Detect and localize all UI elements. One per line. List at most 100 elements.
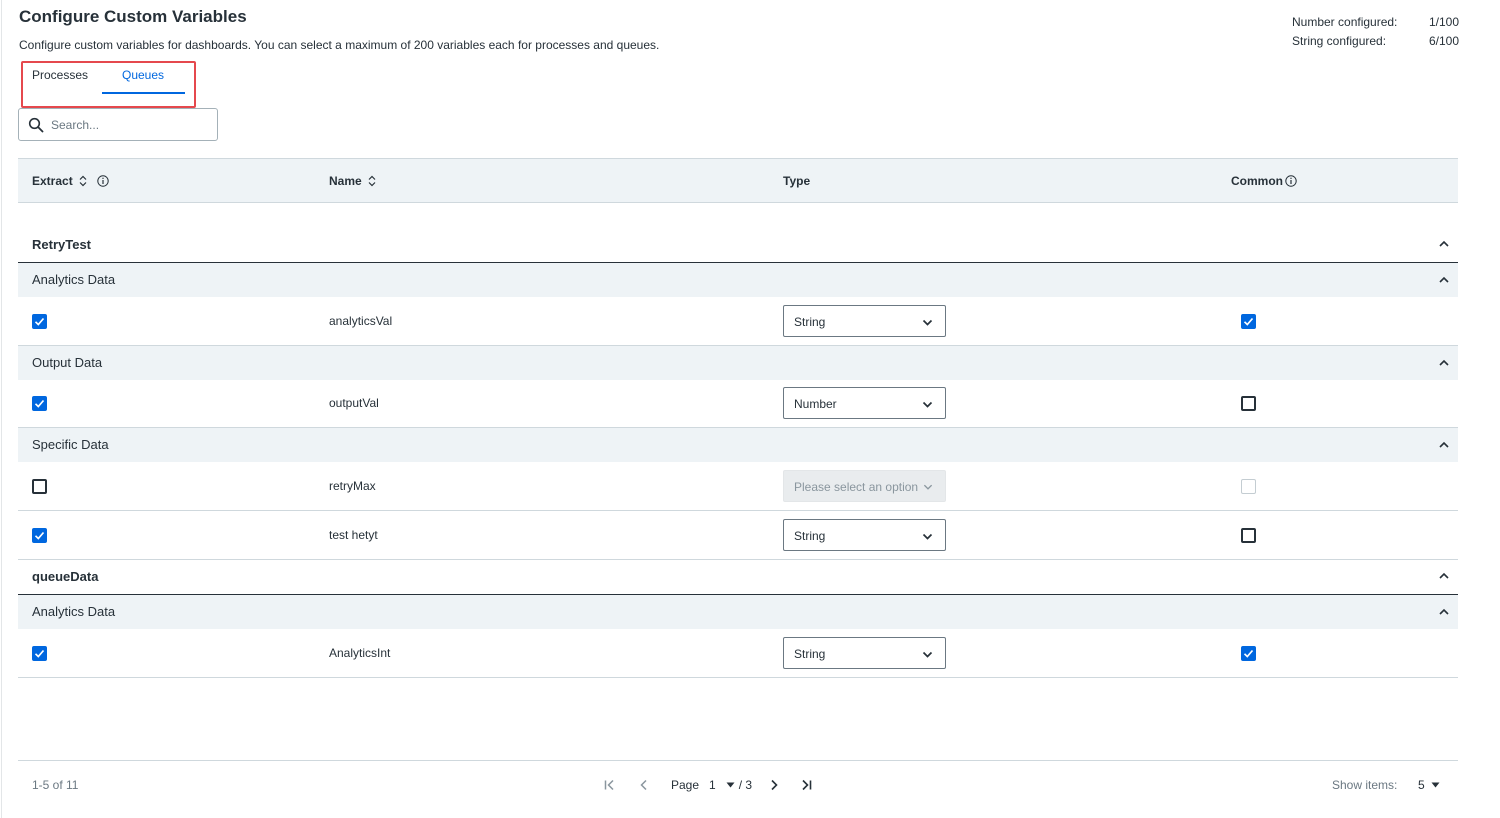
- type-select[interactable]: Number: [783, 387, 946, 419]
- column-extract-label: Extract: [32, 174, 73, 188]
- info-icon[interactable]: [1285, 175, 1297, 187]
- search-box[interactable]: [18, 108, 218, 141]
- chevron-down-icon: [922, 401, 933, 408]
- table-row: retryMax Please select an option: [18, 462, 1458, 511]
- column-common: Common: [1231, 174, 1297, 188]
- common-checkbox[interactable]: [1241, 646, 1256, 661]
- page-title: Configure Custom Variables: [19, 7, 247, 26]
- type-select-value: Please select an option: [794, 480, 919, 494]
- group-label: queueData: [32, 569, 99, 584]
- next-page-button[interactable]: [762, 773, 786, 797]
- subgroup-row[interactable]: Analytics Data: [18, 595, 1458, 629]
- caret-down-icon: [1431, 782, 1440, 788]
- first-page-button[interactable]: [598, 773, 622, 797]
- first-page-icon: [604, 779, 614, 791]
- check-icon: [34, 649, 45, 658]
- type-select-value: String: [794, 315, 826, 329]
- tab-queues[interactable]: Queues: [122, 68, 164, 82]
- page-number-select[interactable]: 1: [709, 778, 735, 792]
- type-select[interactable]: String: [783, 637, 946, 669]
- chevron-down-icon: [922, 651, 933, 658]
- chevron-up-icon[interactable]: [1438, 357, 1450, 369]
- common-checkbox[interactable]: [1241, 314, 1256, 329]
- extract-checkbox[interactable]: [32, 646, 47, 661]
- chevron-up-icon[interactable]: [1438, 238, 1450, 250]
- common-checkbox[interactable]: [1241, 396, 1256, 411]
- column-name[interactable]: Name: [329, 174, 376, 188]
- group-row[interactable]: queueData: [18, 560, 1458, 595]
- variable-name: AnalyticsInt: [329, 646, 391, 660]
- group-label: RetryTest: [32, 237, 92, 252]
- extract-checkbox[interactable]: [32, 396, 47, 411]
- chevron-up-icon[interactable]: [1438, 274, 1450, 286]
- number-configured-value: 1/100: [1428, 14, 1459, 29]
- extract-checkbox[interactable]: [32, 528, 47, 543]
- page-size-select[interactable]: 5: [1418, 774, 1440, 796]
- table-row: test hetyt String: [18, 511, 1458, 560]
- check-icon: [34, 399, 45, 408]
- chevron-up-icon[interactable]: [1438, 606, 1450, 618]
- pager: Page 1 / 3: [598, 773, 818, 797]
- page-label: Page: [671, 778, 700, 792]
- type-select[interactable]: String: [783, 519, 946, 551]
- variable-name: retryMax: [329, 479, 376, 493]
- last-page-icon: [802, 779, 812, 791]
- check-icon: [34, 317, 45, 326]
- caret-down-icon: [726, 782, 735, 788]
- variable-name: outputVal: [329, 396, 379, 410]
- common-checkbox: [1241, 479, 1256, 494]
- table-row: AnalyticsInt String: [18, 629, 1458, 678]
- type-select: Please select an option: [783, 470, 946, 502]
- subgroup-label: Specific Data: [32, 437, 109, 452]
- pagination-footer: 1-5 of 11 Page 1 / 3 Show items: 5: [18, 760, 1458, 810]
- active-tab-indicator: [102, 92, 185, 94]
- variable-name: test hetyt: [329, 528, 378, 542]
- info-icon[interactable]: [96, 175, 109, 187]
- string-configured: String configured: 6/100: [1292, 31, 1459, 50]
- subgroup-row[interactable]: Output Data: [18, 346, 1458, 380]
- type-select-value: String: [794, 647, 826, 661]
- prev-page-button[interactable]: [632, 773, 656, 797]
- range-label: 1-5 of 11: [32, 778, 79, 792]
- string-configured-label: String configured:: [1292, 33, 1387, 48]
- table-row: outputVal Number: [18, 379, 1458, 428]
- subgroup-row[interactable]: Analytics Data: [18, 263, 1458, 297]
- extract-checkbox[interactable]: [32, 314, 47, 329]
- column-common-label: Common: [1231, 174, 1283, 188]
- string-configured-value: 6/100: [1428, 33, 1459, 48]
- extract-checkbox[interactable]: [32, 479, 47, 494]
- type-select[interactable]: String: [783, 305, 946, 337]
- search-input[interactable]: [51, 115, 211, 135]
- table-header: Extract Name Type Common: [18, 158, 1458, 203]
- chevron-down-icon: [922, 319, 933, 326]
- chevron-up-icon[interactable]: [1438, 439, 1450, 451]
- subgroup-label: Output Data: [32, 355, 103, 370]
- check-icon: [34, 531, 45, 540]
- chevron-up-icon[interactable]: [1438, 570, 1450, 582]
- column-name-label: Name: [329, 174, 362, 188]
- subgroup-label: Analytics Data: [32, 272, 116, 287]
- sort-icon[interactable]: [79, 175, 87, 187]
- page-subtitle: Configure custom variables for dashboard…: [19, 38, 660, 52]
- type-select-value: String: [794, 529, 826, 543]
- chevron-down-icon: [922, 533, 933, 540]
- tab-processes[interactable]: Processes: [32, 68, 88, 82]
- common-checkbox[interactable]: [1241, 528, 1256, 543]
- show-items-label: Show items:: [1332, 778, 1398, 792]
- check-icon: [1243, 649, 1254, 658]
- sort-icon[interactable]: [368, 175, 376, 187]
- prev-page-icon: [640, 779, 647, 791]
- search-icon: [28, 117, 44, 133]
- column-extract[interactable]: Extract: [32, 174, 109, 188]
- group-row[interactable]: RetryTest: [18, 228, 1458, 263]
- left-border: [1, 0, 2, 818]
- subgroup-row[interactable]: Specific Data: [18, 428, 1458, 462]
- table-row: analyticsVal String: [18, 297, 1458, 346]
- subgroup-label: Analytics Data: [32, 604, 116, 619]
- number-configured: Number configured: 1/100: [1292, 12, 1459, 31]
- column-type-label: Type: [783, 174, 811, 188]
- check-icon: [1243, 317, 1254, 326]
- last-page-button[interactable]: [794, 773, 818, 797]
- variable-name: analyticsVal: [329, 314, 393, 328]
- page-size-value: 5: [1418, 778, 1425, 792]
